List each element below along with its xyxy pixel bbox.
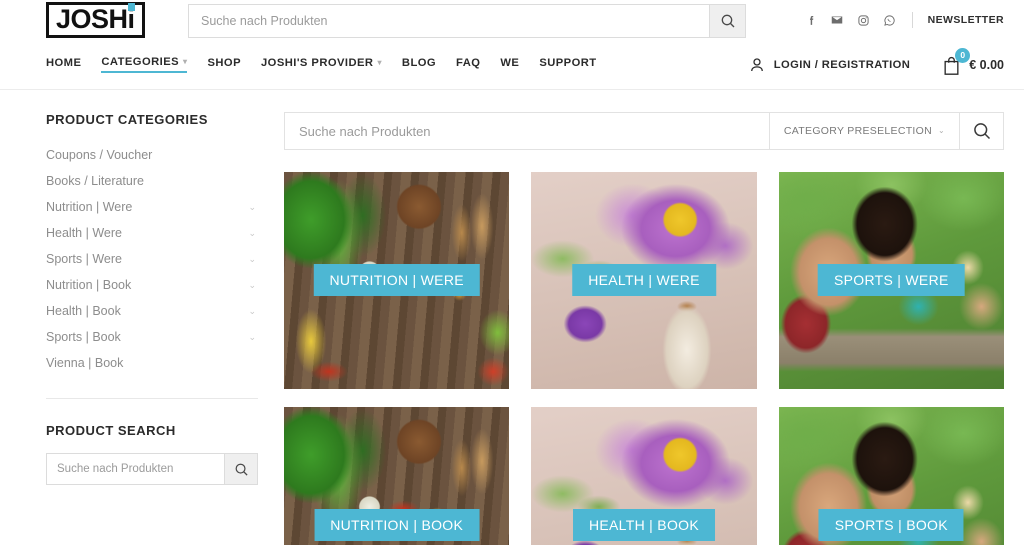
sidebar-item-label: Sports | Book — [46, 330, 121, 344]
nav-item-faq[interactable]: FAQ — [456, 57, 480, 72]
nav-label: CATEGORIES — [101, 56, 180, 68]
sidebar-search — [46, 453, 258, 485]
sidebar: PRODUCT CATEGORIES Coupons / Voucher Boo… — [46, 112, 258, 545]
chevron-down-icon[interactable]: ⌄ — [248, 332, 258, 343]
chevron-down-icon[interactable]: ⌄ — [248, 306, 258, 317]
sidebar-item-label: Health | Book — [46, 304, 121, 318]
nav-label: SHOP — [207, 57, 241, 69]
sidebar-item-health-were[interactable]: Health | Were ⌄ — [46, 220, 258, 246]
sidebar-search-input[interactable] — [47, 454, 224, 484]
category-card-sports-book[interactable]: SPORTS | BOOK — [778, 407, 1004, 545]
divider — [911, 12, 913, 28]
header-search-input[interactable] — [189, 5, 709, 37]
logo-text: JOSH i — [56, 3, 135, 34]
sidebar-item-label: Coupons / Voucher — [46, 148, 153, 162]
sidebar-item-nutrition-book[interactable]: Nutrition | Book ⌄ — [46, 272, 258, 298]
search-icon — [235, 463, 248, 476]
search-icon — [973, 123, 990, 140]
login-registration-label: LOGIN / REGISTRATION — [773, 59, 911, 71]
nav-item-we[interactable]: WE — [500, 57, 519, 72]
sidebar-item-coupons-voucher[interactable]: Coupons / Voucher — [46, 142, 258, 168]
nav-label: FAQ — [456, 57, 481, 69]
logo[interactable]: JOSH i — [46, 2, 145, 38]
sidebar-item-health-book[interactable]: Health | Book ⌄ — [46, 298, 258, 324]
product-search-heading: PRODUCT SEARCH — [46, 423, 176, 438]
sidebar-item-nutrition-were[interactable]: Nutrition | Were ⌄ — [46, 194, 258, 220]
category-preselection-label: CATEGORY PRESELECTION — [783, 125, 932, 137]
cart-total: € 0.00 — [969, 58, 1004, 72]
category-card-grid: NUTRITION | WERE HEALTH | WERE SPORTS | … — [284, 172, 1004, 545]
nav-list: HOME CATEGORIES ▾ SHOP JOSHI'S PROVIDER … — [46, 56, 597, 73]
card-label: NUTRITION | WERE — [313, 264, 480, 296]
sidebar-item-label: Vienna | Book — [46, 356, 124, 370]
cart-count-badge: 0 — [955, 47, 971, 63]
nav-item-blog[interactable]: BLOG — [402, 57, 436, 72]
nav-item-home[interactable]: HOME — [46, 57, 81, 72]
main-search-bar: CATEGORY PRESELECTION ⌄ — [284, 112, 1004, 150]
chevron-down-icon[interactable]: ⌄ — [248, 228, 258, 239]
logo-text-accent: i — [127, 3, 135, 34]
main-search-input[interactable] — [285, 113, 769, 149]
main-search-button[interactable] — [959, 113, 1003, 149]
logo-text-main: JOSH — [56, 4, 128, 34]
category-card-health-book[interactable]: HEALTH | BOOK — [531, 407, 757, 545]
top-bar-right: NEWSLETTER — [804, 0, 1004, 40]
logo-dot — [127, 3, 135, 11]
category-card-health-were[interactable]: HEALTH | WERE — [531, 172, 757, 389]
card-label: SPORTS | WERE — [817, 264, 965, 296]
sidebar-item-label: Books / Literature — [46, 174, 144, 188]
sidebar-item-label: Health | Were — [46, 226, 122, 240]
sidebar-item-books-literature[interactable]: Books / Literature — [46, 168, 258, 194]
card-label: HEALTH | BOOK — [573, 509, 715, 541]
nav-item-joshis-provider[interactable]: JOSHI'S PROVIDER ▾ — [261, 57, 382, 72]
sidebar-item-sports-were[interactable]: Sports | Were ⌄ — [46, 246, 258, 272]
nav-label: SUPPORT — [539, 57, 597, 69]
facebook-icon[interactable] — [804, 13, 819, 28]
nav-item-support[interactable]: SUPPORT — [539, 57, 596, 72]
sidebar-item-sports-book[interactable]: Sports | Book ⌄ — [46, 324, 258, 350]
chevron-down-icon: ▾ — [183, 57, 188, 66]
card-label: NUTRITION | BOOK — [314, 509, 480, 541]
category-card-sports-were[interactable]: SPORTS | WERE — [778, 172, 1004, 389]
header-search — [188, 4, 746, 38]
search-icon — [721, 14, 734, 28]
top-bar: JOSH i Suche nach Produkten NEWSLETTER — [0, 0, 1024, 40]
main-navigation: HOME CATEGORIES ▾ SHOP JOSHI'S PROVIDER … — [0, 40, 1024, 90]
main-content: CATEGORY PRESELECTION ⌄ NUTRITION | WERE… — [284, 112, 1004, 545]
chevron-down-icon: ⌄ — [937, 126, 945, 135]
product-categories-heading: PRODUCT CATEGORIES — [46, 112, 208, 127]
card-label: SPORTS | BOOK — [818, 509, 964, 541]
chevron-down-icon: ▾ — [377, 58, 382, 67]
sidebar-item-label: Nutrition | Book — [46, 278, 132, 292]
nav-right: LOGIN / REGISTRATION 0 € 0.00 — [748, 40, 1004, 90]
chevron-down-icon[interactable]: ⌄ — [248, 202, 258, 213]
sidebar-divider — [46, 398, 258, 399]
newsletter-link[interactable]: NEWSLETTER — [928, 14, 1004, 26]
login-registration-button[interactable]: LOGIN / REGISTRATION — [748, 56, 910, 74]
nav-item-categories[interactable]: CATEGORIES ▾ — [101, 56, 188, 73]
sidebar-search-button[interactable] — [224, 454, 257, 484]
instagram-icon[interactable] — [856, 13, 871, 28]
whatsapp-icon[interactable] — [882, 13, 897, 28]
page-body: PRODUCT CATEGORIES Coupons / Voucher Boo… — [0, 90, 1024, 545]
nav-label: WE — [500, 57, 520, 69]
nav-label: BLOG — [401, 57, 437, 69]
nav-label: JOSHI'S PROVIDER — [261, 57, 374, 69]
card-label: HEALTH | WERE — [572, 264, 716, 296]
chevron-down-icon[interactable]: ⌄ — [248, 280, 258, 291]
nav-label: HOME — [46, 57, 82, 69]
sidebar-item-label: Sports | Were — [46, 252, 122, 266]
header-search-button[interactable] — [709, 5, 745, 37]
user-icon — [750, 58, 763, 72]
category-card-nutrition-were[interactable]: NUTRITION | WERE — [284, 172, 510, 389]
email-icon[interactable] — [830, 13, 845, 28]
sidebar-item-vienna-book[interactable]: Vienna | Book — [46, 350, 258, 376]
chevron-down-icon[interactable]: ⌄ — [248, 254, 258, 265]
cart-button[interactable]: 0 € 0.00 — [942, 47, 1004, 76]
sidebar-item-label: Nutrition | Were — [46, 200, 133, 214]
nav-item-shop[interactable]: SHOP — [207, 57, 241, 72]
category-card-nutrition-book[interactable]: NUTRITION | BOOK — [284, 407, 510, 545]
category-preselection-dropdown[interactable]: CATEGORY PRESELECTION ⌄ — [768, 113, 959, 149]
